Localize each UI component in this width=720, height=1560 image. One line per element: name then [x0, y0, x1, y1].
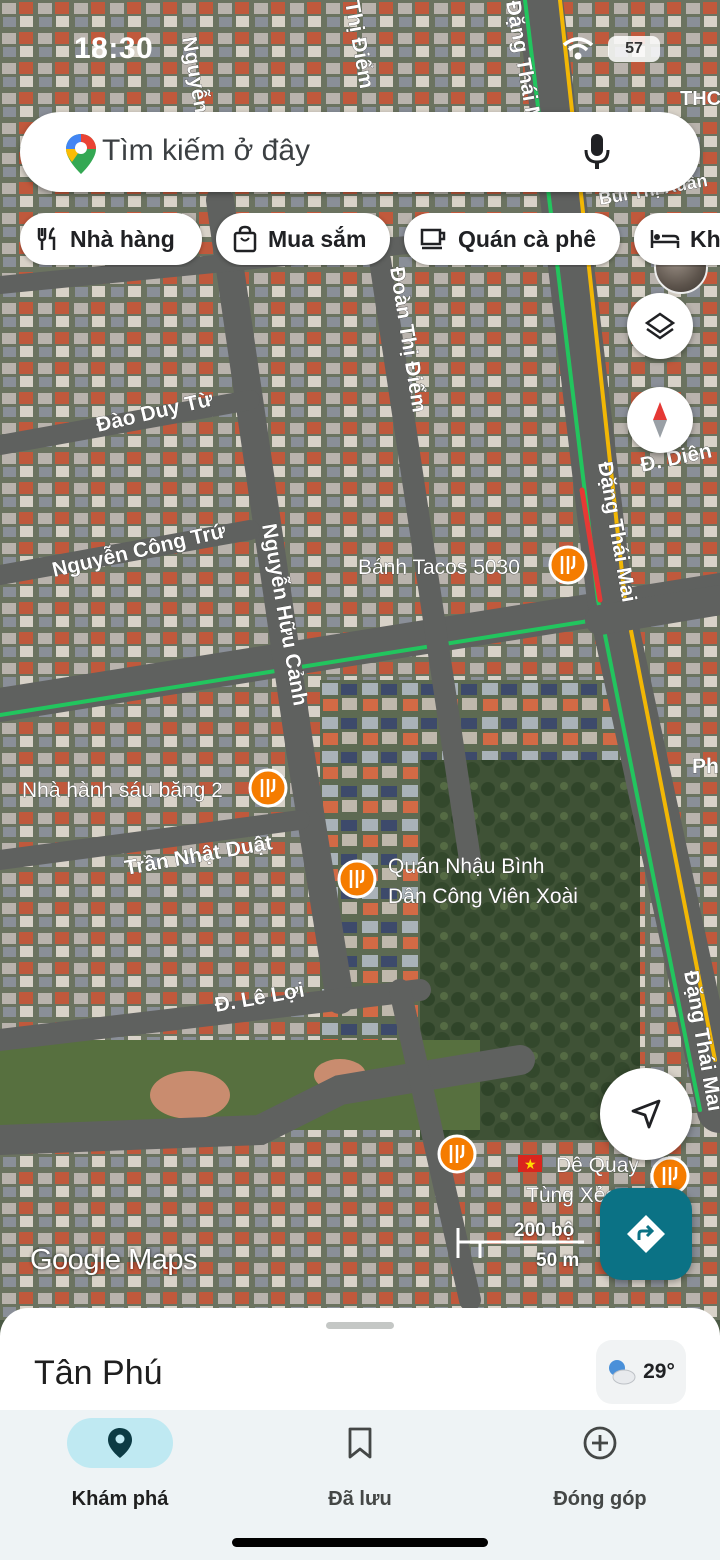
chip-shopping[interactable]: Mua sắm — [216, 213, 390, 265]
explore-pin-icon — [108, 1428, 132, 1458]
poi-label: Quán Nhậu Bình — [388, 855, 544, 878]
directions-icon — [627, 1215, 665, 1253]
vietnam-flag-icon: ★ — [518, 1155, 542, 1172]
street-label: THC — [680, 88, 720, 110]
restaurant-pin-icon[interactable] — [248, 768, 288, 808]
tab-label: Đóng góp — [553, 1488, 647, 1510]
tab-label: Khám phá — [71, 1488, 169, 1510]
poi-label: Bánh Tacos 5030 — [358, 556, 520, 579]
bookmark-icon — [348, 1427, 372, 1459]
directions-button[interactable] — [600, 1188, 692, 1280]
hotel-bed-icon — [650, 230, 680, 248]
layers-button[interactable] — [627, 293, 693, 359]
status-bar: 18:30 57 — [0, 26, 720, 74]
category-chips: Nhà hàng Mua sắm Quán cà phê Khá — [20, 213, 720, 267]
poi-label: Dê Quay — [556, 1154, 639, 1177]
coffee-icon — [420, 228, 446, 250]
shopping-bag-icon — [233, 225, 257, 253]
home-indicator — [232, 1538, 488, 1547]
weather-badge[interactable]: 29° — [596, 1340, 686, 1404]
restaurant-pin-icon[interactable] — [337, 859, 377, 899]
weather-partly-cloudy-icon — [609, 1360, 636, 1385]
sheet-drag-handle[interactable] — [326, 1322, 394, 1329]
restaurant-pin-icon[interactable] — [548, 545, 588, 585]
tab-saved[interactable]: Đã lưu — [270, 1418, 450, 1511]
compass-icon — [653, 402, 667, 438]
status-time: 18:30 — [74, 32, 154, 65]
bottom-navigation: Khám phá Đã lưu Đóng góp — [0, 1410, 720, 1560]
chip-label: Khá — [690, 225, 720, 252]
layers-icon — [644, 312, 676, 340]
google-maps-pin-icon — [66, 134, 96, 174]
chip-label: Quán cà phê — [458, 225, 597, 252]
wifi-icon — [562, 37, 594, 60]
search-bar[interactable]: Tìm kiếm ở đây — [20, 112, 708, 294]
restaurant-icon — [37, 227, 56, 250]
chip-label: Nhà hàng — [70, 225, 175, 252]
poi-label: Nhà hành sáu băng 2 — [22, 779, 223, 802]
place-title: Tân Phú — [34, 1354, 163, 1392]
navigation-arrow-icon — [631, 1099, 661, 1129]
tab-contribute[interactable]: Đóng góp — [510, 1418, 690, 1511]
compass-button[interactable] — [627, 387, 693, 453]
microphone-icon[interactable] — [582, 132, 612, 172]
street-label: Ph — [692, 755, 719, 778]
poi-label: Dân Công Viên Xoài — [388, 885, 578, 908]
chip-cafe[interactable]: Quán cà phê — [404, 213, 620, 265]
tab-explore[interactable]: Khám phá — [30, 1418, 210, 1511]
tab-label: Đã lưu — [328, 1488, 392, 1510]
temperature: 29° — [643, 1360, 675, 1383]
google-maps-watermark: Google Maps — [30, 1244, 198, 1276]
search-input[interactable]: Tìm kiếm ở đây — [102, 134, 310, 168]
chip-hotels[interactable]: Khá — [634, 213, 720, 265]
chip-label: Mua sắm — [268, 225, 367, 252]
map-scale: 200 bộ 50 m — [456, 1218, 586, 1271]
scale-metric: 50 m — [536, 1250, 580, 1271]
scale-imperial: 200 bộ — [514, 1220, 575, 1241]
add-circle-icon — [583, 1426, 617, 1460]
svg-text:★: ★ — [524, 1156, 537, 1172]
battery-indicator: 57 — [608, 36, 660, 62]
bottom-sheet[interactable]: Tân Phú 29° — [0, 1308, 720, 1418]
restaurant-pin-icon[interactable] — [437, 1134, 477, 1174]
chip-restaurants[interactable]: Nhà hàng — [20, 213, 202, 265]
my-location-button[interactable] — [600, 1068, 692, 1160]
